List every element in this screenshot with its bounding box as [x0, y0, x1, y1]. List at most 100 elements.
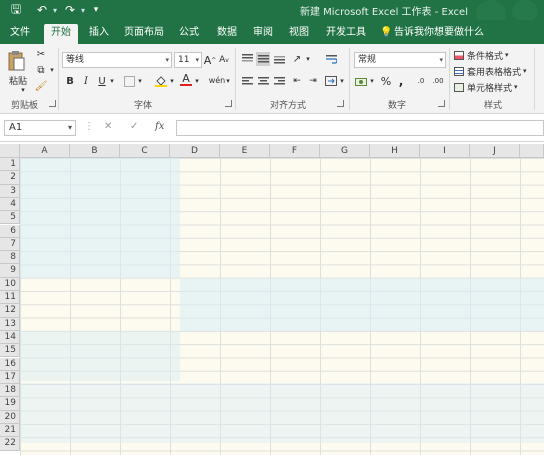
copy-dropdown-icon[interactable]: ▾: [48, 64, 56, 76]
row-header-6[interactable]: 6: [0, 224, 20, 238]
fill-color-icon[interactable]: [154, 74, 168, 88]
undo-icon[interactable]: ↶: [34, 2, 50, 18]
column-header-c[interactable]: C: [120, 144, 170, 158]
percent-style-button[interactable]: %: [380, 74, 392, 88]
save-icon[interactable]: 🖫: [8, 2, 24, 18]
align-left-icon[interactable]: [240, 74, 254, 88]
underline-dropdown-icon[interactable]: ▾: [108, 74, 116, 88]
customize-toolbar-icon[interactable]: ▾: [90, 2, 102, 18]
row-header-21[interactable]: 21: [0, 424, 20, 438]
paste-button[interactable]: 粘贴: [5, 74, 31, 87]
number-format-select[interactable]: 常规 ▾: [354, 52, 446, 68]
orientation-icon[interactable]: ↗: [290, 52, 304, 66]
phonetic-dropdown-icon[interactable]: ▾: [224, 74, 232, 88]
paste-dropdown-icon[interactable]: ▾: [18, 86, 28, 94]
merge-dropdown-icon[interactable]: ▾: [338, 74, 346, 88]
row-header-13[interactable]: 13: [0, 317, 20, 331]
insert-function-icon[interactable]: fx: [155, 121, 164, 132]
column-header-g[interactable]: G: [320, 144, 370, 158]
formula-input[interactable]: [176, 120, 544, 136]
row-header-15[interactable]: 15: [0, 344, 20, 358]
row-header-3[interactable]: 3: [0, 184, 20, 198]
enter-icon[interactable]: ✓: [130, 121, 138, 132]
select-all-corner[interactable]: [0, 144, 20, 158]
row-header-11[interactable]: 11: [0, 291, 20, 305]
column-header-e[interactable]: E: [220, 144, 270, 158]
decrease-indent-icon[interactable]: ⇤: [290, 74, 304, 88]
redo-dropdown-icon[interactable]: ▾: [78, 2, 88, 18]
italic-button[interactable]: I: [80, 74, 92, 88]
row-header-20[interactable]: 20: [0, 410, 20, 424]
row-header-12[interactable]: 12: [0, 304, 20, 318]
column-header-overflow[interactable]: [520, 144, 544, 158]
bold-button[interactable]: B: [64, 74, 76, 88]
tab-insert[interactable]: 插入: [84, 24, 114, 44]
row-header-10[interactable]: 10: [0, 277, 20, 291]
tab-view[interactable]: 视图: [284, 24, 314, 44]
row-header-8[interactable]: 8: [0, 251, 20, 265]
increase-decimal-button[interactable]: .0: [414, 74, 428, 88]
row-header-18[interactable]: 18: [0, 384, 20, 398]
accounting-format-icon[interactable]: [354, 74, 368, 88]
cancel-icon[interactable]: ✕: [104, 121, 112, 132]
row-header-16[interactable]: 16: [0, 357, 20, 371]
row-header-17[interactable]: 17: [0, 370, 20, 385]
row-header-2[interactable]: 2: [0, 171, 20, 185]
align-top-icon[interactable]: [240, 52, 254, 66]
copy-icon[interactable]: ⧉: [34, 64, 48, 76]
name-box[interactable]: A1 ▾: [4, 120, 76, 136]
grow-font-button[interactable]: A ^: [204, 52, 217, 68]
paste-icon[interactable]: [6, 48, 28, 74]
row-header-1[interactable]: 1: [0, 158, 20, 172]
borders-dropdown-icon[interactable]: ▾: [136, 74, 144, 88]
align-center-icon[interactable]: [256, 74, 270, 88]
tab-file[interactable]: 文件: [4, 24, 36, 44]
font-name-select[interactable]: 等线 ▾: [62, 52, 172, 68]
number-launcher-icon[interactable]: [438, 100, 445, 107]
tab-data[interactable]: 数据: [212, 24, 242, 44]
row-header-4[interactable]: 4: [0, 197, 20, 212]
cut-icon[interactable]: ✂: [34, 48, 48, 60]
font-color-button[interactable]: A: [180, 72, 192, 86]
row-header-5[interactable]: 5: [0, 211, 20, 225]
column-header-d[interactable]: D: [170, 144, 220, 158]
borders-icon[interactable]: [122, 74, 136, 88]
redo-icon[interactable]: ↷: [62, 2, 78, 18]
column-header-a[interactable]: A: [20, 144, 70, 158]
conditional-formatting-button[interactable]: 条件格式 ▾: [454, 48, 509, 62]
cell-styles-button[interactable]: 单元格样式 ▾: [454, 80, 518, 94]
column-header-b[interactable]: B: [70, 144, 120, 158]
underline-button[interactable]: U: [96, 74, 108, 88]
accounting-dropdown-icon[interactable]: ▾: [368, 74, 376, 88]
align-right-icon[interactable]: [272, 74, 286, 88]
merge-center-icon[interactable]: [324, 74, 338, 88]
tab-review[interactable]: 审阅: [248, 24, 278, 44]
decrease-decimal-button[interactable]: .00: [430, 74, 446, 88]
column-header-h[interactable]: H: [370, 144, 420, 158]
column-header-f[interactable]: F: [270, 144, 320, 158]
comma-style-button[interactable]: ,: [396, 74, 406, 88]
align-bottom-icon[interactable]: [272, 52, 286, 66]
clipboard-launcher-icon[interactable]: [49, 100, 56, 107]
row-header-22[interactable]: 22: [0, 437, 20, 451]
fill-color-dropdown-icon[interactable]: ▾: [168, 74, 176, 88]
row-header-14[interactable]: 14: [0, 330, 20, 345]
undo-dropdown-icon[interactable]: ▾: [50, 2, 60, 18]
font-color-dropdown-icon[interactable]: ▾: [193, 74, 201, 88]
alignment-launcher-icon[interactable]: [337, 100, 344, 107]
font-size-select[interactable]: 11 ▾: [174, 52, 202, 68]
format-painter-icon[interactable]: 🖌: [34, 80, 48, 92]
orientation-dropdown-icon[interactable]: ▾: [304, 52, 312, 66]
row-header-9[interactable]: 9: [0, 264, 20, 278]
increase-indent-icon[interactable]: ⇥: [306, 74, 320, 88]
column-header-j[interactable]: J: [470, 144, 520, 158]
format-as-table-button[interactable]: 套用表格格式 ▾: [454, 64, 527, 78]
wrap-text-icon[interactable]: [324, 52, 338, 66]
tab-home[interactable]: 开始: [44, 24, 78, 44]
row-header-19[interactable]: 19: [0, 397, 20, 411]
tab-formulas[interactable]: 公式: [174, 24, 204, 44]
cell-grid[interactable]: [20, 158, 544, 455]
tab-page-layout[interactable]: 页面布局: [120, 24, 168, 44]
column-header-i[interactable]: I: [420, 144, 470, 158]
align-middle-icon[interactable]: [256, 52, 270, 66]
